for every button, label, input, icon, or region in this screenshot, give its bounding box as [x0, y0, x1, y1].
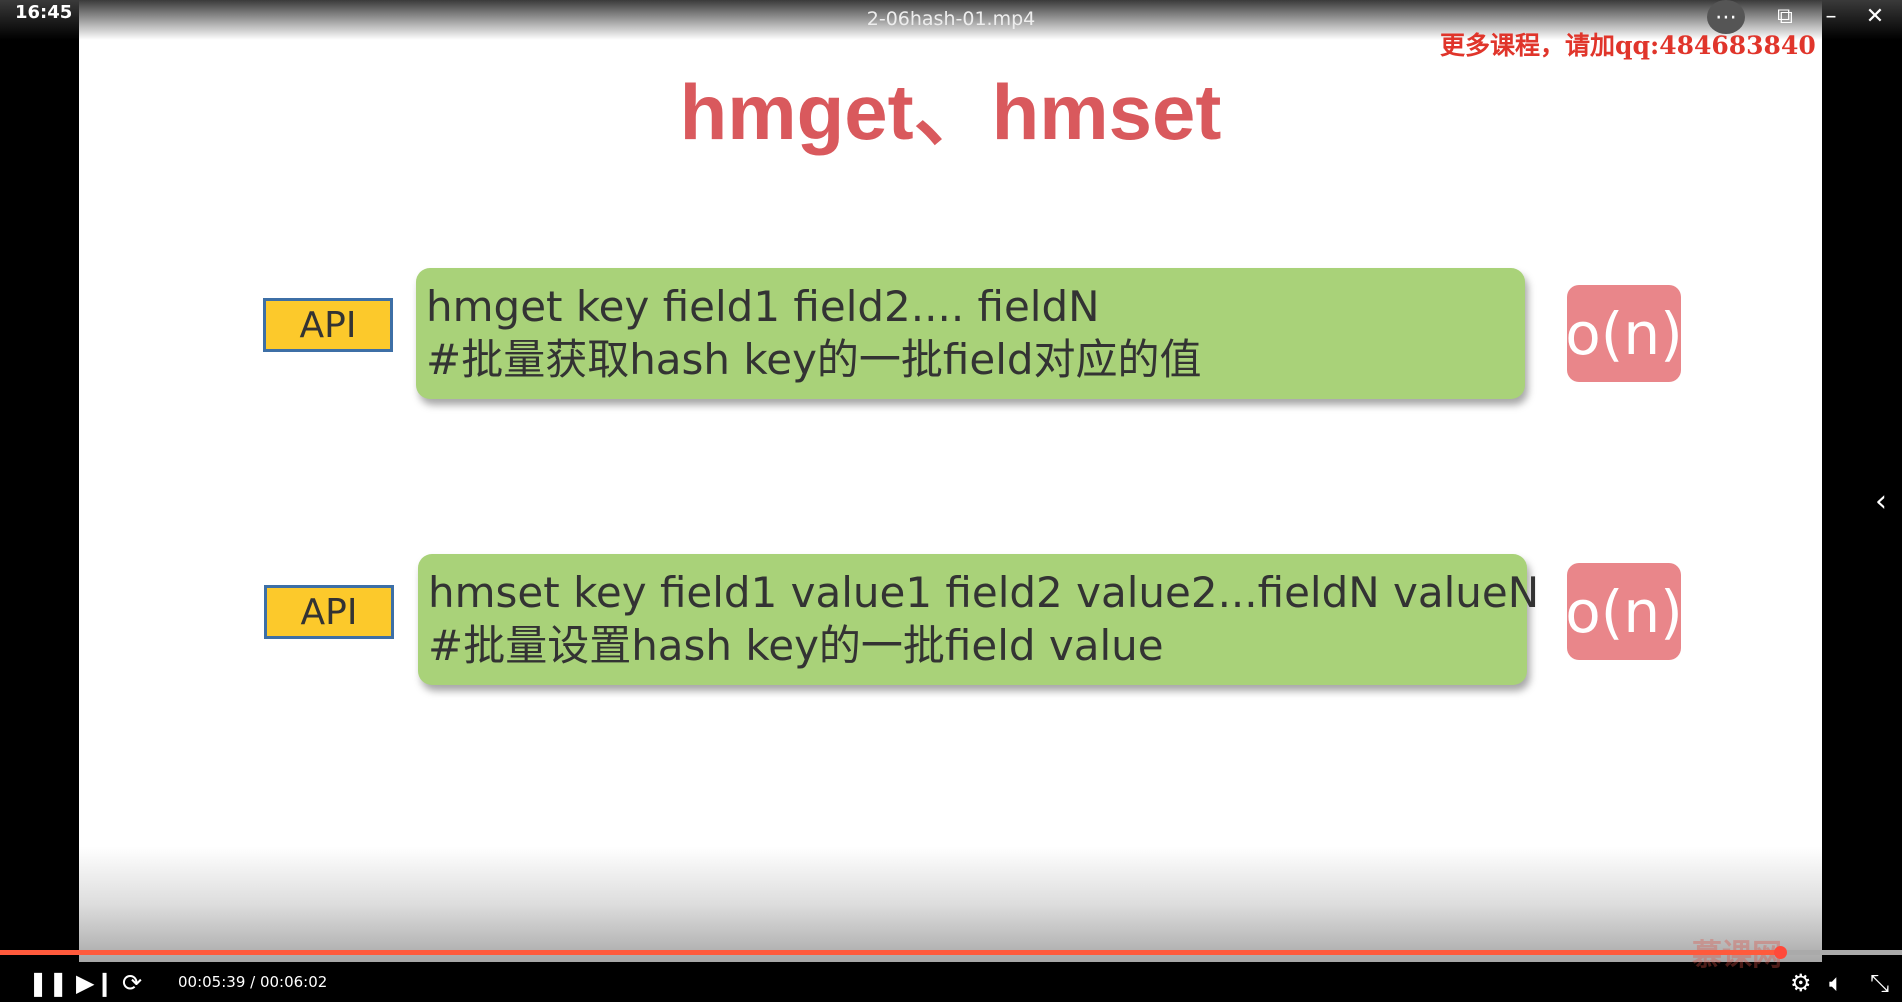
chevron-left-icon[interactable]: ‹ — [1868, 484, 1894, 519]
pause-button[interactable]: ❚❚ — [28, 968, 68, 998]
command-box: hmset key field1 value1 field2 value2...… — [418, 554, 1540, 685]
complexity-badge: o(n) — [1565, 563, 1683, 660]
close-icon[interactable]: ✕ — [1860, 0, 1890, 32]
complexity-badge: o(n) — [1565, 285, 1683, 382]
minimize-icon[interactable]: – — [1818, 0, 1844, 32]
api-badge: API — [264, 585, 394, 639]
command-syntax: hmset key field1 value1 field2 value2...… — [428, 568, 1540, 617]
loop-icon[interactable]: ⟳ — [122, 968, 142, 998]
command-syntax: hmget key field1 field2.... fieldN — [426, 282, 1100, 331]
volume-icon[interactable]: 🔈︎ — [1829, 968, 1843, 998]
exit-fullscreen-icon[interactable]: ⤡ — [1870, 968, 1889, 998]
command-box: hmget key field1 field2.... fieldN #批量获取… — [416, 268, 1525, 399]
command-description: #批量获取hash key的一批field对应的值 — [426, 335, 1202, 384]
progress-bar[interactable] — [0, 950, 1902, 955]
slide-title: hmget、hmset — [679, 68, 1222, 156]
api-badge: API — [263, 298, 393, 352]
settings-icon[interactable]: ⚙ — [1790, 968, 1812, 998]
command-description: #批量设置hash key的一批field value — [428, 621, 1164, 670]
progress-fill — [0, 950, 1781, 955]
next-button[interactable]: ▶❙ — [76, 968, 115, 998]
time-display: 00:05:39 / 00:06:02 — [178, 973, 328, 991]
